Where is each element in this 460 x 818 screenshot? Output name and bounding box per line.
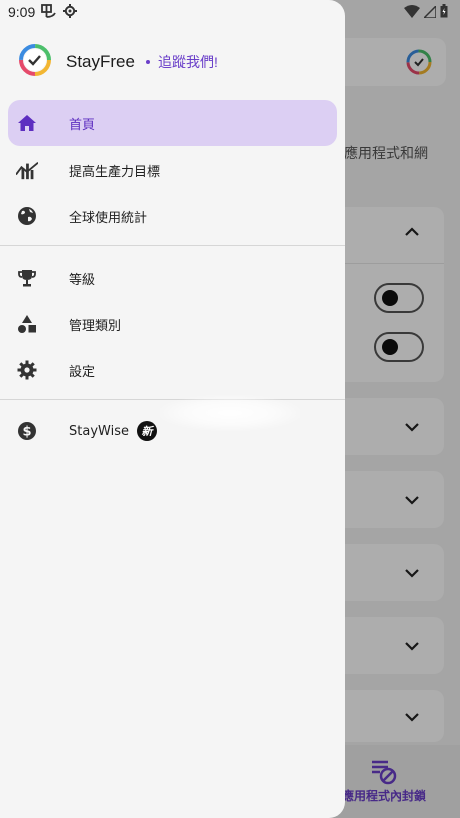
drawer-divider [0,245,345,246]
app-logo-icon [18,43,52,81]
nav-item-label: StayWise [69,423,129,439]
nav-item-productivity-goals[interactable]: 提高生產力目標 [8,147,337,193]
home-icon [16,112,38,134]
new-badge: 新 [136,421,157,441]
gear-icon [16,359,38,381]
nav-item-label-row: StayWise 新 [69,421,157,441]
nav-item-label: 設定 [69,364,96,380]
nav-item-label: 首頁 [69,117,96,133]
nav-item-label: 管理類別 [69,318,122,334]
drawer-header: StayFree 追蹤我們! [18,44,218,80]
nav-item-levels[interactable]: 等級 [8,255,337,301]
battery-icon [440,3,448,22]
dollar-circle-icon: $ [16,420,38,442]
signal-icon [422,3,437,22]
globe-icon [16,205,38,227]
nav-item-label: 提高生產力目標 [69,164,161,180]
nav-item-manage-categories[interactable]: 管理類別 [8,301,337,347]
notification-app-icon [41,3,57,22]
nav-item-label: 全球使用統計 [69,210,148,226]
categories-icon [16,313,38,335]
app-title: StayFree [66,52,135,71]
nav-item-home[interactable]: 首頁 [8,100,337,146]
trophy-icon [16,267,38,289]
nav-item-global-stats[interactable]: 全球使用統計 [8,193,337,239]
follow-us-link[interactable]: 追蹤我們! [158,52,218,72]
separator-dot [145,60,150,64]
nav-item-settings[interactable]: 設定 [8,347,337,393]
nav-item-label: 等級 [69,272,96,288]
svg-text:$: $ [22,425,31,440]
badge-highlight-glow [160,395,300,431]
wifi-icon [404,3,420,22]
status-bar: 9:09 [0,0,460,24]
productivity-chart-icon [16,159,38,181]
status-time: 9:09 [8,4,36,20]
gear-icon [63,3,78,22]
